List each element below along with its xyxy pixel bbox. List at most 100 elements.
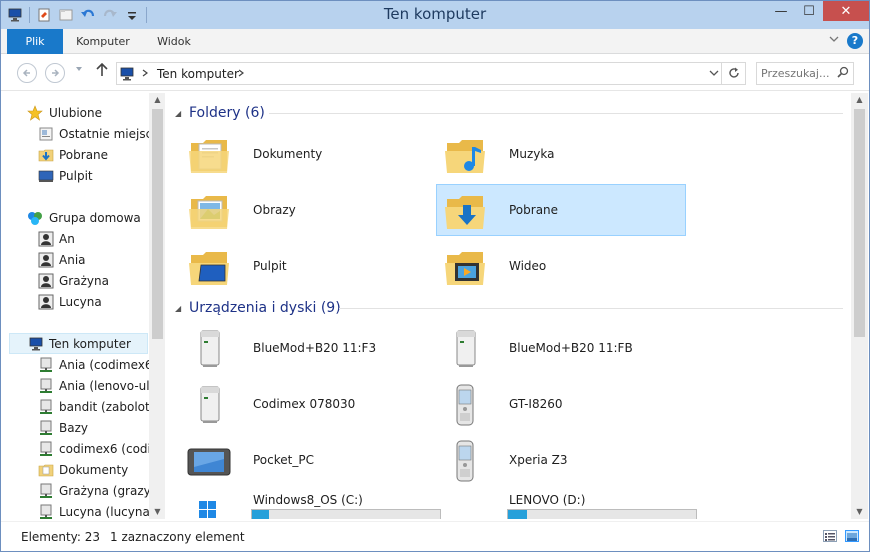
scroll-down-arrow-icon[interactable]: ▼ bbox=[149, 505, 165, 519]
content-area: ◢ Foldery (6) Dokumenty Muzyka Obrazy Po… bbox=[167, 93, 851, 519]
nav-item-user[interactable]: Ania bbox=[1, 250, 149, 271]
generic-device-icon bbox=[185, 381, 233, 429]
nav-item-recent-places[interactable]: Ostatnie miejsca bbox=[1, 124, 149, 145]
search-box[interactable] bbox=[756, 62, 854, 85]
up-arrow-icon[interactable] bbox=[96, 62, 108, 81]
device-tile[interactable]: Codimex 078030 bbox=[181, 379, 431, 431]
drive-usage-fill bbox=[252, 510, 269, 519]
help-icon[interactable]: ? bbox=[847, 33, 863, 49]
scrollbar-thumb[interactable] bbox=[152, 109, 163, 339]
mobile-phone-icon bbox=[441, 381, 489, 429]
downloads-folder-icon bbox=[441, 187, 489, 235]
title-bar: Ten komputer — ☐ ✕ bbox=[1, 1, 869, 29]
nav-label: Ania (codimex6) bbox=[59, 358, 149, 372]
nav-label: codimex6 (codim bbox=[59, 442, 149, 456]
nav-label: Grupa domowa bbox=[49, 211, 141, 225]
minimize-button[interactable]: — bbox=[767, 1, 795, 21]
tiles-view-icon[interactable] bbox=[845, 530, 859, 542]
search-icon[interactable] bbox=[837, 66, 849, 81]
address-bar[interactable]: Ten komputer bbox=[116, 62, 746, 85]
drive-tile-c[interactable]: Windows8_OS (C:) bbox=[181, 491, 441, 519]
star-icon bbox=[27, 105, 43, 121]
homegroup-icon bbox=[27, 210, 43, 226]
nav-item-network-drive[interactable]: Bazy bbox=[1, 418, 149, 439]
folder-tile-videos[interactable]: Wideo bbox=[437, 241, 687, 293]
tab-file[interactable]: Plik bbox=[7, 29, 63, 54]
group-header-folders[interactable]: ◢ Foldery (6) bbox=[173, 103, 849, 125]
pda-icon bbox=[185, 437, 233, 485]
nav-item-network-drive[interactable]: codimex6 (codim bbox=[1, 439, 149, 460]
nav-item-network-drive[interactable]: bandit (zabolotny bbox=[1, 397, 149, 418]
folder-tile-downloads[interactable]: Pobrane bbox=[436, 184, 686, 236]
status-bar: Elementy: 23 1 zaznaczony element bbox=[1, 521, 869, 551]
tile-label: Windows8_OS (C:) bbox=[253, 493, 363, 507]
search-input[interactable] bbox=[761, 66, 831, 81]
folder-tile-pictures[interactable]: Obrazy bbox=[181, 185, 431, 237]
drive-tile-d[interactable]: LENOVO (D:) bbox=[437, 491, 697, 519]
user-icon bbox=[38, 294, 54, 310]
scroll-up-arrow-icon[interactable]: ▲ bbox=[851, 93, 868, 107]
scroll-up-arrow-icon[interactable]: ▲ bbox=[149, 93, 165, 107]
nav-item-documents[interactable]: Dokumenty bbox=[1, 460, 149, 481]
nav-item-user[interactable]: Lucyna bbox=[1, 292, 149, 313]
tab-computer[interactable]: Komputer bbox=[69, 29, 137, 54]
group-label: Urządzenia i dyski (9) bbox=[189, 300, 341, 316]
device-tile[interactable]: GT-I8260 bbox=[437, 379, 687, 431]
device-tile[interactable]: Xperia Z3 bbox=[437, 435, 687, 487]
forward-button[interactable] bbox=[45, 63, 65, 83]
tile-label: Obrazy bbox=[253, 203, 296, 217]
window-controls: — ☐ ✕ bbox=[767, 1, 869, 21]
chevron-down-icon[interactable] bbox=[829, 34, 839, 47]
pc-icon bbox=[120, 66, 136, 85]
user-icon bbox=[38, 273, 54, 289]
collapse-triangle-icon[interactable]: ◢ bbox=[175, 109, 181, 118]
nav-item-user[interactable]: Grażyna bbox=[1, 271, 149, 292]
folder-tile-documents[interactable]: Dokumenty bbox=[181, 129, 431, 181]
tile-label: Codimex 078030 bbox=[253, 397, 356, 411]
folder-tile-desktop[interactable]: Pulpit bbox=[181, 241, 431, 293]
nav-label: Bazy bbox=[59, 421, 88, 435]
recent-locations-icon[interactable] bbox=[75, 65, 83, 76]
tab-view[interactable]: Widok bbox=[143, 29, 205, 54]
address-path[interactable]: Ten komputer bbox=[157, 67, 239, 81]
chevron-right-icon[interactable] bbox=[141, 66, 149, 83]
content-scrollbar[interactable]: ▲ ▼ bbox=[851, 93, 868, 519]
folder-tile-music[interactable]: Muzyka bbox=[437, 129, 687, 181]
scroll-down-arrow-icon[interactable]: ▼ bbox=[851, 505, 868, 519]
tile-label: Dokumenty bbox=[253, 147, 323, 161]
window-title: Ten komputer bbox=[383, 5, 487, 23]
nav-item-network-drive[interactable]: Ania (lenovo-ultr bbox=[1, 376, 149, 397]
navigation-pane-scrollbar[interactable]: ▲ ▼ bbox=[149, 93, 165, 519]
scrollbar-thumb[interactable] bbox=[854, 109, 865, 337]
nav-item-network-drive[interactable]: Grażyna (grazyna bbox=[1, 481, 149, 502]
nav-label: Pulpit bbox=[59, 169, 93, 183]
chevron-right-icon[interactable] bbox=[237, 66, 245, 83]
group-header-devices[interactable]: ◢ Urządzenia i dyski (9) bbox=[173, 298, 849, 320]
nav-item-downloads[interactable]: Pobrane bbox=[1, 145, 149, 166]
device-tile[interactable]: BlueMod+B20 11:FB bbox=[437, 323, 687, 375]
collapse-triangle-icon[interactable]: ◢ bbox=[175, 304, 181, 313]
nav-this-pc[interactable]: Ten komputer bbox=[9, 333, 148, 354]
network-drive-icon bbox=[38, 420, 54, 436]
chevron-down-icon[interactable] bbox=[709, 66, 719, 83]
refresh-button[interactable] bbox=[721, 63, 745, 84]
item-count: Elementy: 23 bbox=[21, 530, 101, 544]
documents-folder-icon bbox=[185, 131, 233, 179]
nav-label: Pobrane bbox=[59, 148, 109, 162]
nav-item-network-drive[interactable]: Ania (codimex6) bbox=[1, 355, 149, 376]
details-view-icon[interactable] bbox=[823, 530, 837, 542]
nav-label: Ulubione bbox=[49, 106, 103, 120]
nav-item-user[interactable]: An bbox=[1, 229, 149, 250]
nav-item-network-drive[interactable]: Lucyna (lucyna-p bbox=[1, 502, 149, 519]
close-button[interactable]: ✕ bbox=[823, 1, 869, 21]
back-button[interactable] bbox=[17, 63, 37, 83]
maximize-button[interactable]: ☐ bbox=[795, 1, 823, 21]
drive-icon bbox=[441, 493, 489, 519]
nav-label: Lucyna (lucyna-p bbox=[59, 505, 149, 519]
drive-usage-bar bbox=[507, 509, 697, 519]
device-tile[interactable]: Pocket_PC bbox=[181, 435, 431, 487]
nav-favorites[interactable]: Ulubione bbox=[1, 103, 149, 124]
nav-homegroup[interactable]: Grupa domowa bbox=[1, 208, 149, 229]
nav-item-desktop[interactable]: Pulpit bbox=[1, 166, 149, 187]
device-tile[interactable]: BlueMod+B20 11:F3 bbox=[181, 323, 431, 375]
